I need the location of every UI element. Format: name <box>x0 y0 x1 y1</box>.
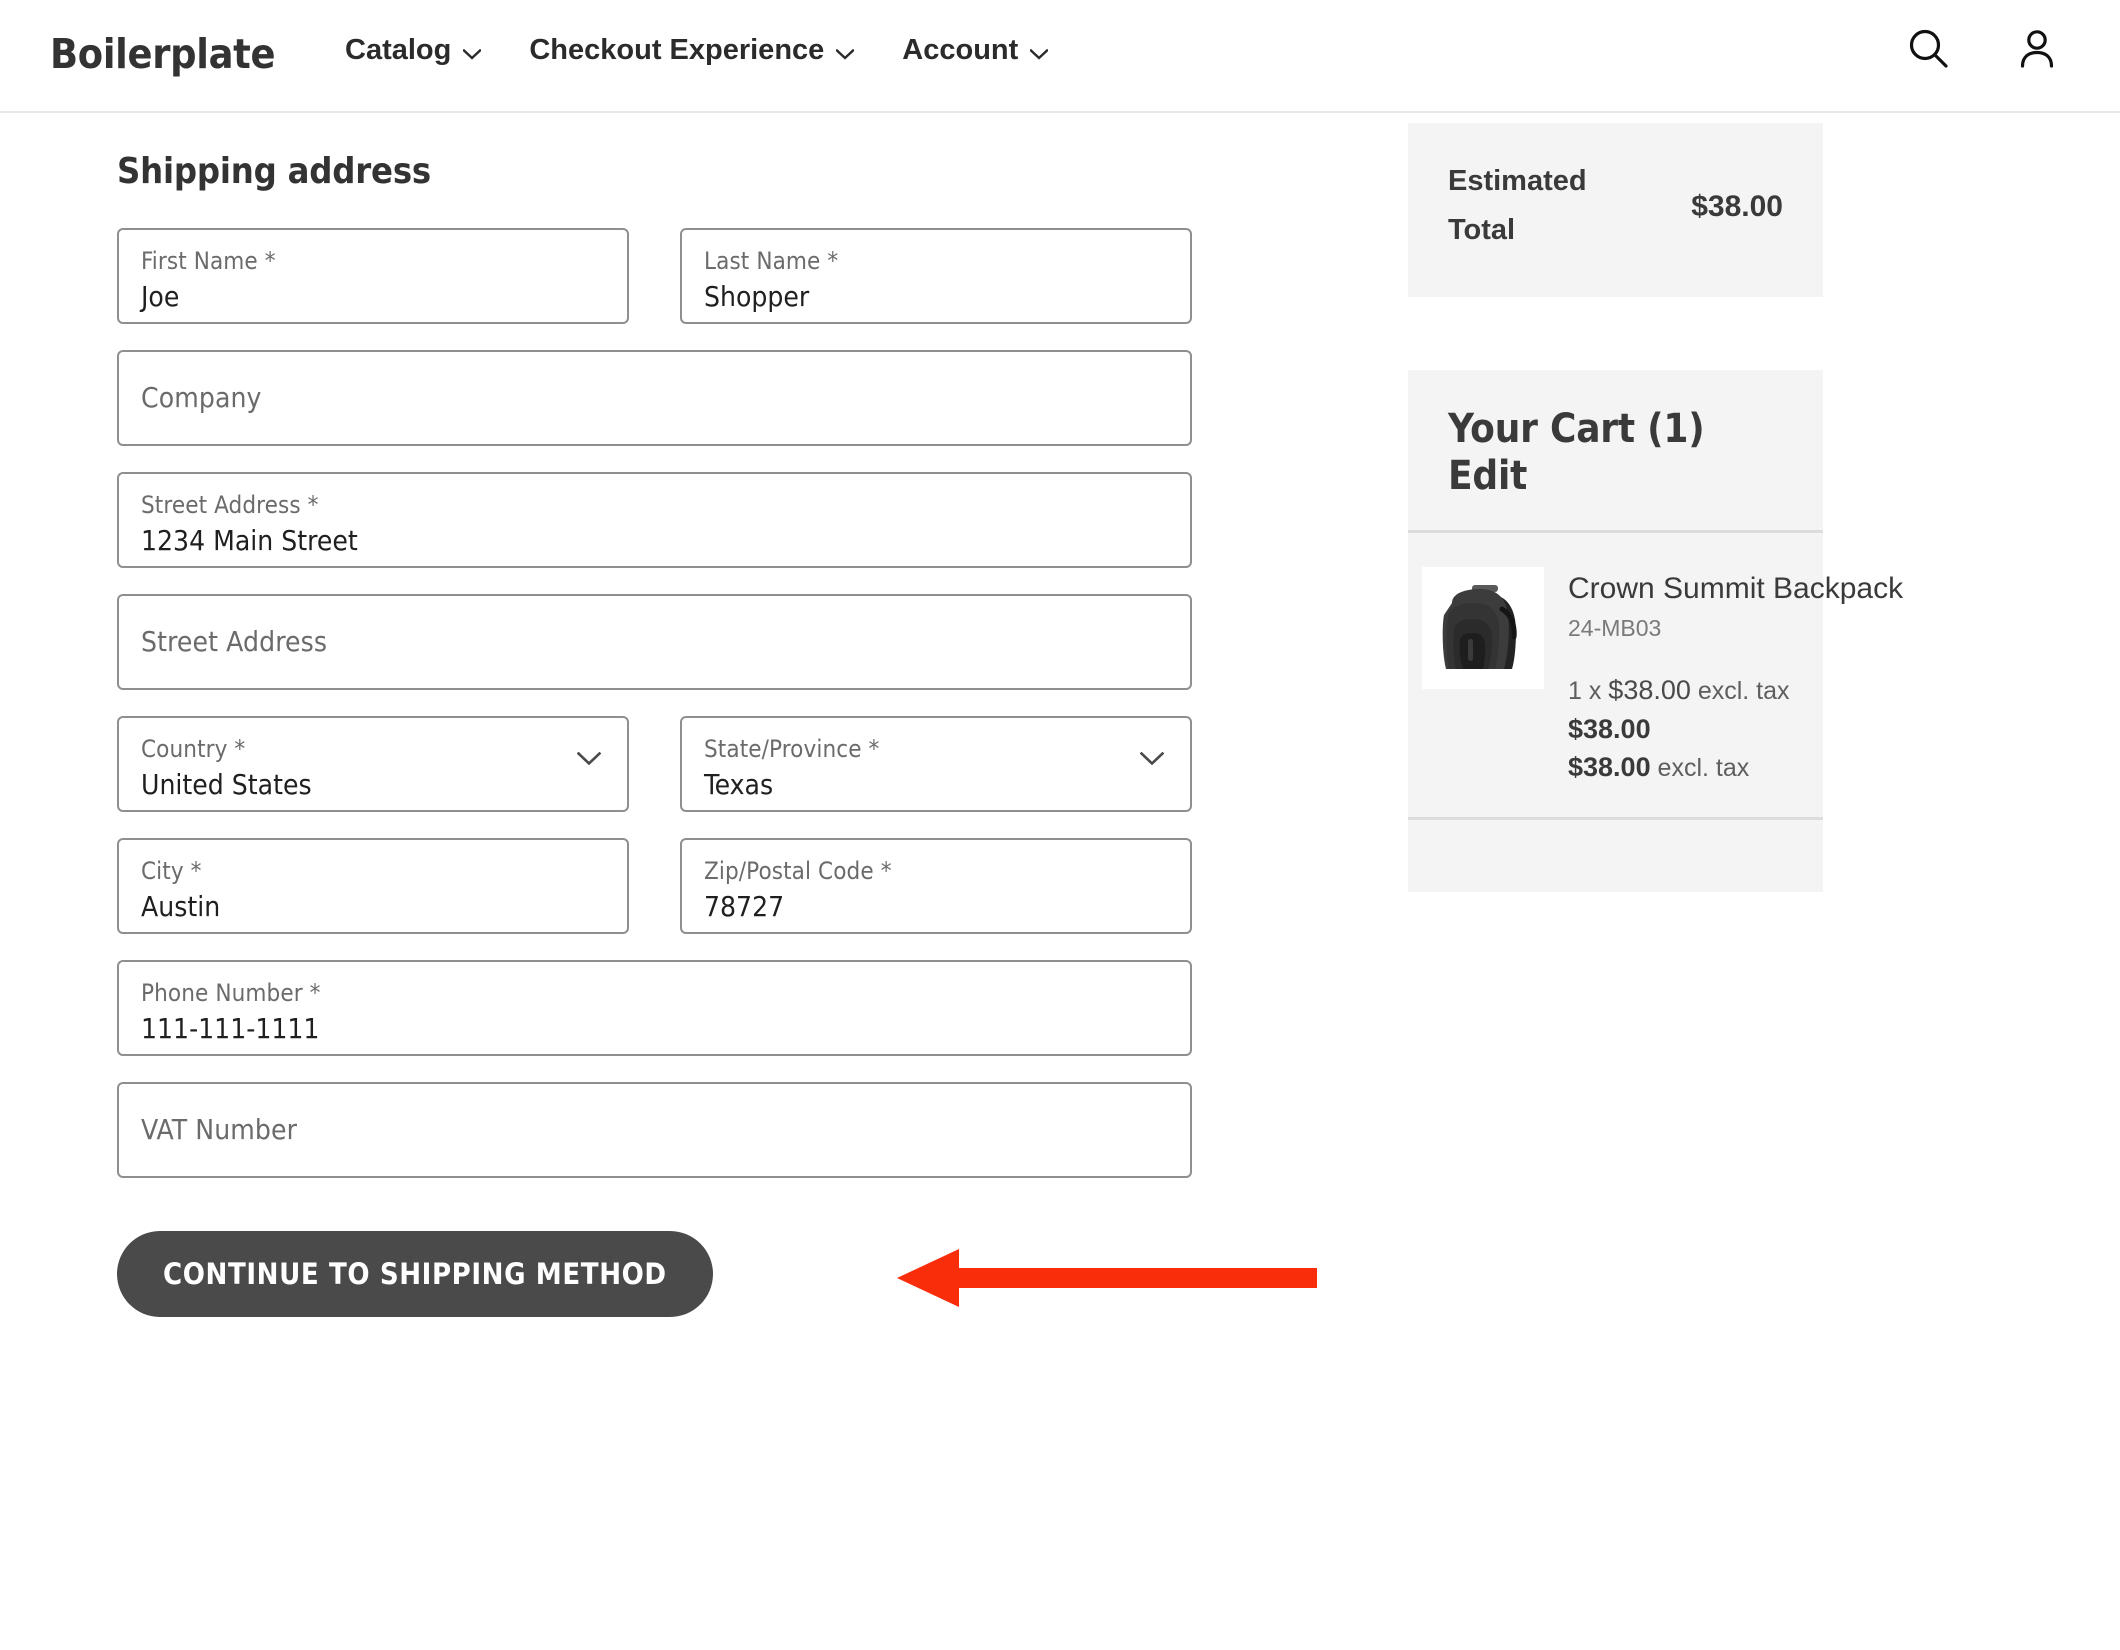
nav-item-label: Account <box>902 34 1019 66</box>
state-province-label: State/Province * <box>704 735 880 763</box>
nav-item-label: Checkout Experience <box>529 34 825 66</box>
name-row: First Name * Joe Last Name * Shopper <box>117 228 1192 324</box>
phone-number-label: Phone Number * <box>141 979 321 1007</box>
cart-item-unit-price-line: 1 x $38.00 excl. tax <box>1568 671 1903 710</box>
phone-row: Phone Number * 111-111-1111 <box>117 960 1192 1056</box>
search-icon[interactable] <box>1906 26 1952 77</box>
backpack-thumbnail-icon <box>1422 567 1544 690</box>
chevron-down-icon <box>463 48 482 60</box>
cart-panel: Your Cart (1) Edit Crown Summit Backpack… <box>1408 370 1903 893</box>
country-label: Country * <box>141 735 246 763</box>
continue-to-shipping-method-button[interactable]: CONTINUE TO SHIPPING METHOD <box>117 1231 713 1317</box>
header-icon-group <box>1906 26 2060 77</box>
cart-item-qty-prefix: 1 x <box>1568 677 1609 706</box>
company-row: Company <box>117 350 1192 446</box>
zip-postal-code-field[interactable]: Zip/Postal Code * 78727 <box>680 838 1192 934</box>
nav-item-label: Catalog <box>345 34 452 66</box>
cart-item-details: Crown Summit Backpack 24-MB03 1 x $38.00… <box>1568 567 1903 787</box>
checkout-page: Boilerplate Catalog Checkout Experience … <box>0 0 2120 1650</box>
cart-item-row-price: $38.00 <box>1568 714 1651 745</box>
cart-line-item: Crown Summit Backpack 24-MB03 1 x $38.00… <box>1408 533 1903 821</box>
estimated-total-label-line1: Estimated <box>1448 165 1587 197</box>
cart-item-row-total: $38.00 <box>1568 752 1651 783</box>
phone-number-value: 111-111-1111 <box>141 1012 320 1045</box>
vat-row: VAT Number <box>117 1082 1192 1178</box>
nav-item-catalog[interactable]: Catalog <box>345 34 482 67</box>
vat-number-placeholder: VAT Number <box>141 1113 298 1146</box>
cart-item-sku: 24-MB03 <box>1568 615 1662 642</box>
cart-item-row-total-line: $38.00 excl. tax <box>1568 748 1903 787</box>
street-address-1-label: Street Address * <box>141 491 319 519</box>
last-name-field[interactable]: Last Name * Shopper <box>680 228 1192 324</box>
street-address-2-field[interactable]: Street Address <box>117 594 1192 690</box>
street-address-2-row: Street Address <box>117 594 1192 690</box>
cart-header: Your Cart (1) Edit <box>1408 370 1823 534</box>
country-value: United States <box>141 768 312 801</box>
arrow-left-annotation-icon <box>897 1249 1317 1307</box>
brand-logo[interactable]: Boilerplate <box>50 30 276 78</box>
last-name-value: Shopper <box>704 280 810 313</box>
cart-item-unit-price: $38.00 <box>1608 675 1691 706</box>
first-name-value: Joe <box>141 280 180 313</box>
page-title: Shipping address <box>117 151 431 192</box>
last-name-label: Last Name * <box>704 247 839 275</box>
nav-item-checkout-experience[interactable]: Checkout Experience <box>529 34 855 67</box>
city-value: Austin <box>141 890 221 923</box>
company-field[interactable]: Company <box>117 350 1192 446</box>
main-navigation: Catalog Checkout Experience Account <box>345 34 1049 67</box>
zip-postal-code-value: 78727 <box>704 890 785 923</box>
state-province-select[interactable]: State/Province * Texas <box>680 716 1192 812</box>
submit-area: CONTINUE TO SHIPPING METHOD <box>117 1231 1317 1317</box>
street-address-1-value: 1234 Main Street <box>141 524 358 557</box>
estimated-total-label: Estimated Total <box>1448 157 1638 255</box>
first-name-label: First Name * <box>141 247 276 275</box>
city-label: City * <box>141 857 202 885</box>
street-address-1-field[interactable]: Street Address * 1234 Main Street <box>117 472 1192 568</box>
state-province-value: Texas <box>704 768 774 801</box>
cart-item-row-total-suffix: excl. tax <box>1650 754 1750 783</box>
order-summary-sidebar: Estimated Total $38.00 Your Cart (1) Edi… <box>1408 113 1903 893</box>
phone-number-field[interactable]: Phone Number * 111-111-1111 <box>117 960 1192 1056</box>
estimated-total-panel: Estimated Total $38.00 <box>1408 123 1823 297</box>
chevron-down-icon <box>1139 751 1165 766</box>
cart-item-name[interactable]: Crown Summit Backpack <box>1568 569 1903 609</box>
street-address-1-row: Street Address * 1234 Main Street <box>117 472 1192 568</box>
chevron-down-icon <box>836 48 855 60</box>
estimated-total-label-line2: Total <box>1448 214 1516 246</box>
cart-edit-link[interactable]: Edit <box>1448 453 1783 500</box>
estimated-total-value: $38.00 <box>1691 190 1783 223</box>
cart-item-unit-price-suffix: excl. tax <box>1690 677 1790 706</box>
user-account-icon[interactable] <box>2014 26 2060 77</box>
city-zip-row: City * Austin Zip/Postal Code * 78727 <box>117 838 1192 934</box>
zip-postal-code-label: Zip/Postal Code * <box>704 857 892 885</box>
street-address-2-placeholder: Street Address <box>141 625 328 658</box>
nav-item-account[interactable]: Account <box>902 34 1049 67</box>
company-placeholder: Company <box>141 381 262 414</box>
city-field[interactable]: City * Austin <box>117 838 629 934</box>
first-name-field[interactable]: First Name * Joe <box>117 228 629 324</box>
country-state-row: Country * United States State/Province *… <box>117 716 1192 812</box>
cart-footer-spacer <box>1408 820 1823 892</box>
site-header: Boilerplate Catalog Checkout Experience … <box>0 0 2120 113</box>
chevron-down-icon <box>576 751 602 766</box>
shipping-address-form: Shipping address First Name * Joe Last N… <box>117 113 1317 1317</box>
country-select[interactable]: Country * United States <box>117 716 629 812</box>
vat-number-field[interactable]: VAT Number <box>117 1082 1192 1178</box>
chevron-down-icon <box>1030 48 1049 60</box>
cart-title: Your Cart (1) <box>1448 406 1705 452</box>
